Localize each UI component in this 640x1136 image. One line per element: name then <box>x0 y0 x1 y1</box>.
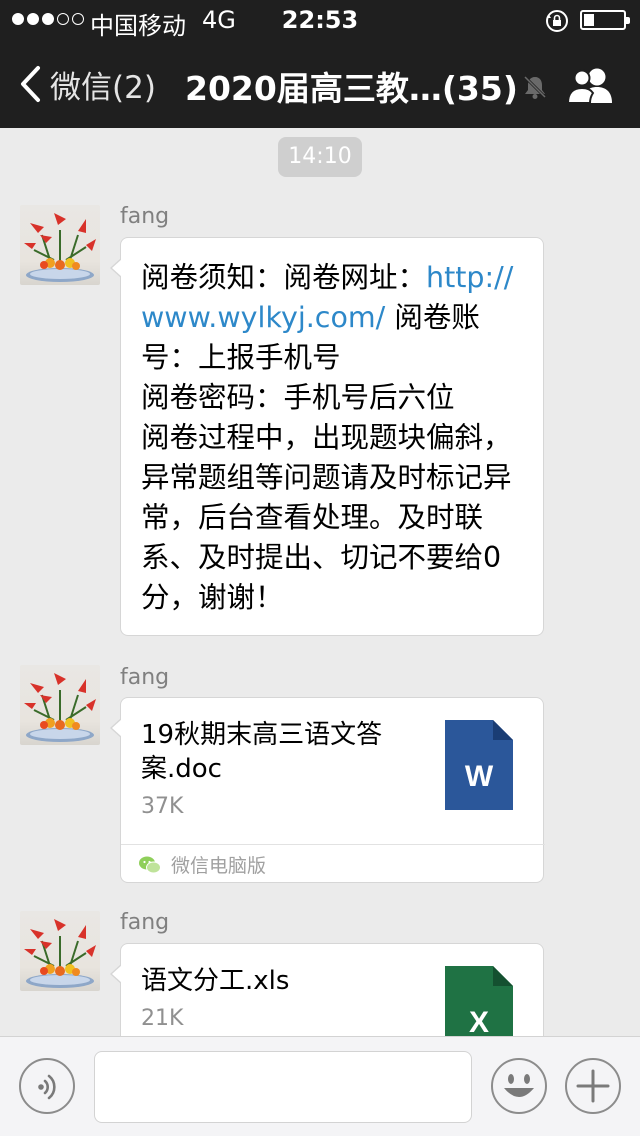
emoji-button[interactable] <box>491 1058 547 1114</box>
navigation-bar: 微信(2) 2020届高三教…(35) <box>0 40 640 128</box>
status-bar: 中国移动 4G 22:53 <box>0 0 640 40</box>
sender-name: fang <box>120 910 170 935</box>
avatar[interactable] <box>20 911 100 991</box>
message-input[interactable] <box>94 1051 472 1123</box>
input-bar <box>0 1036 640 1136</box>
file-source: 微信电脑版 <box>121 844 545 884</box>
file-size: 21K <box>141 1006 184 1031</box>
file-message-bubble[interactable]: 19秋期末高三语文答案.doc 37K W 微信电脑版 <box>110 697 545 884</box>
message-timestamp: 14:10 <box>278 137 362 177</box>
chevron-left-icon <box>21 66 40 102</box>
group-members-icon[interactable] <box>566 65 616 105</box>
file-source-label: 微信电脑版 <box>171 855 267 877</box>
file-name: 语文分工.xls <box>141 966 290 996</box>
mute-bell-icon <box>523 75 547 99</box>
message-text-part: 阅卷须知：阅卷网址： <box>141 261 427 294</box>
message-text-part: 阅卷账号：上报手机号 阅卷密码：手机号后六位 阅卷过程中，出现题块偏斜，异常题组… <box>141 301 512 614</box>
voice-button[interactable] <box>19 1058 75 1114</box>
file-name: 19秋期末高三语文答案.doc <box>141 720 383 784</box>
text-message-bubble[interactable]: 阅卷须知：阅卷网址：http://www.wylkyj.com/ 阅卷账号：上报… <box>110 237 544 638</box>
avatar[interactable] <box>20 665 100 745</box>
plus-icon <box>576 1069 610 1103</box>
rotation-lock-icon <box>546 10 568 32</box>
back-label: 微信(2) <box>50 69 156 106</box>
file-icon-letter: W <box>465 760 494 793</box>
file-message-bubble[interactable]: 语文分工.xls 21K X <box>110 943 544 1036</box>
chat-area[interactable]: 14:10 fang 阅卷须知：阅卷网址：http://www.wylkyj.c… <box>0 128 640 1036</box>
emoji-icon <box>504 1074 534 1097</box>
file-icon-letter: X <box>469 1006 489 1036</box>
avatar[interactable] <box>20 205 100 285</box>
status-time: 22:53 <box>281 6 359 34</box>
excel-xls-icon: X <box>445 966 513 1036</box>
sender-name: fang <box>120 204 170 229</box>
sender-name: fang <box>120 665 170 690</box>
message-text: 阅卷须知：阅卷网址：http://www.wylkyj.com/ 阅卷账号：上报… <box>121 238 543 638</box>
file-size: 37K <box>141 794 184 819</box>
top-bar: 中国移动 4G 22:53 微信(2) 2020届高三教…(35) <box>0 0 640 128</box>
back-button[interactable]: 微信(2) <box>18 62 156 106</box>
more-button[interactable] <box>565 1058 621 1114</box>
word-doc-icon: W <box>445 720 513 810</box>
battery-icon <box>580 10 630 30</box>
chat-title: 2020届高三教…(35) <box>185 69 518 108</box>
voice-icon <box>38 1074 56 1100</box>
wechat-logo-icon <box>139 856 161 873</box>
